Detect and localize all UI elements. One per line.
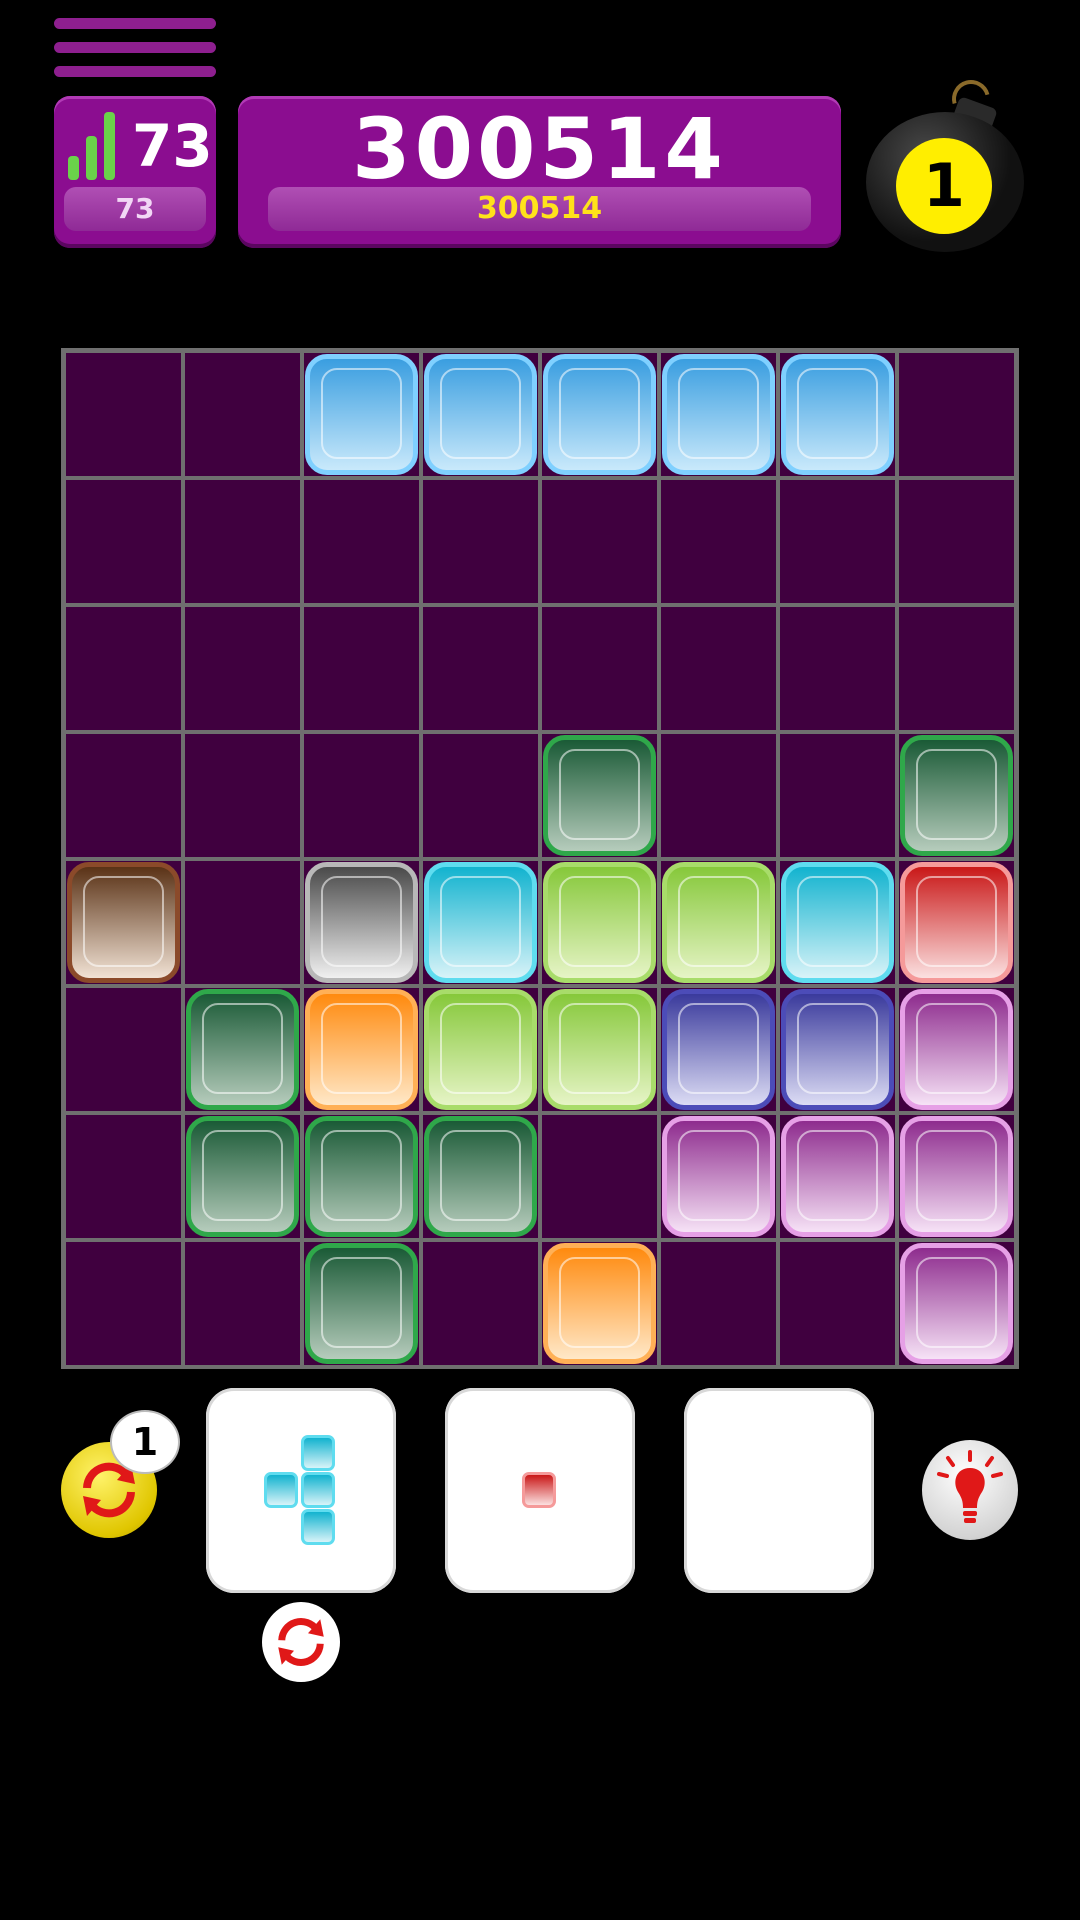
piece-slot-2[interactable] bbox=[445, 1388, 635, 1593]
hint-button[interactable] bbox=[922, 1440, 1018, 1540]
board-cell[interactable] bbox=[780, 1242, 895, 1365]
block-tile-purple bbox=[662, 1116, 775, 1237]
block-tile-darkgreen bbox=[186, 989, 299, 1110]
level-value: 73 bbox=[132, 112, 213, 180]
board-cell[interactable] bbox=[185, 734, 300, 857]
board-cell[interactable] bbox=[66, 734, 181, 857]
board-cell[interactable] bbox=[423, 734, 538, 857]
board-cell[interactable] bbox=[304, 734, 419, 857]
block-tile-purple bbox=[900, 989, 1013, 1110]
rotate-icon bbox=[278, 1618, 324, 1666]
menu-button[interactable] bbox=[54, 18, 216, 82]
lightbulb-icon bbox=[937, 1450, 1003, 1523]
board-cell[interactable] bbox=[423, 607, 538, 730]
board-cell[interactable] bbox=[423, 480, 538, 603]
block-tile-indigo bbox=[662, 989, 775, 1110]
block-tile-darkgreen bbox=[186, 1116, 299, 1237]
board-cell[interactable] bbox=[780, 734, 895, 857]
block-tile-lightblue bbox=[543, 354, 656, 475]
block-tile-orange bbox=[305, 989, 418, 1110]
board-cell[interactable] bbox=[542, 480, 657, 603]
piece-slot-1[interactable] bbox=[206, 1388, 396, 1593]
board-cell[interactable] bbox=[185, 480, 300, 603]
block-tile-purple bbox=[781, 1116, 894, 1237]
game-board[interactable] bbox=[61, 348, 1019, 1369]
board-cell[interactable] bbox=[542, 1115, 657, 1238]
piece-block-cyan bbox=[301, 1509, 335, 1545]
board-cell[interactable] bbox=[899, 353, 1014, 476]
board-cell[interactable] bbox=[661, 1242, 776, 1365]
level-sub-value: 73 bbox=[64, 187, 206, 231]
piece-block-cyan bbox=[264, 1472, 298, 1508]
block-tile-lightblue bbox=[305, 354, 418, 475]
block-tile-indigo bbox=[781, 989, 894, 1110]
block-tile-orange bbox=[543, 1243, 656, 1364]
board-cell[interactable] bbox=[185, 353, 300, 476]
board-cell[interactable] bbox=[661, 607, 776, 730]
block-tile-gray bbox=[305, 862, 418, 983]
block-tile-purple bbox=[900, 1116, 1013, 1237]
rotate-piece-button[interactable] bbox=[262, 1602, 340, 1682]
score-value: 300514 bbox=[352, 100, 727, 198]
piece-slot-3[interactable] bbox=[684, 1388, 874, 1593]
block-tile-brown bbox=[67, 862, 180, 983]
board-cell[interactable] bbox=[304, 607, 419, 730]
score-panel: 300514 300514 bbox=[238, 96, 841, 248]
block-tile-darkgreen bbox=[305, 1116, 418, 1237]
block-tile-purple bbox=[900, 1243, 1013, 1364]
board-cell[interactable] bbox=[542, 607, 657, 730]
piece-block-cyan bbox=[301, 1472, 335, 1508]
board-cell[interactable] bbox=[899, 480, 1014, 603]
block-tile-red bbox=[900, 862, 1013, 983]
bomb-count: 1 bbox=[896, 138, 992, 234]
block-tile-lightblue bbox=[781, 354, 894, 475]
bomb-button[interactable]: 1 bbox=[866, 73, 1026, 252]
board-cell[interactable] bbox=[899, 607, 1014, 730]
block-tile-lime bbox=[543, 862, 656, 983]
block-tile-lightblue bbox=[424, 354, 537, 475]
board-cell[interactable] bbox=[780, 480, 895, 603]
block-tile-lightblue bbox=[662, 354, 775, 475]
board-cell[interactable] bbox=[185, 607, 300, 730]
block-tile-darkgreen bbox=[305, 1243, 418, 1364]
block-tile-lime bbox=[662, 862, 775, 983]
block-tile-lime bbox=[424, 989, 537, 1110]
board-cell[interactable] bbox=[66, 607, 181, 730]
block-tile-darkgreen bbox=[424, 1116, 537, 1237]
board-cell[interactable] bbox=[780, 607, 895, 730]
board-cell[interactable] bbox=[185, 861, 300, 984]
block-tile-darkgreen bbox=[900, 735, 1013, 856]
board-cell[interactable] bbox=[304, 480, 419, 603]
board-cell[interactable] bbox=[66, 353, 181, 476]
block-tile-darkgreen bbox=[543, 735, 656, 856]
block-tile-cyan bbox=[424, 862, 537, 983]
level-signal-icon bbox=[64, 110, 124, 180]
rotate-count-badge: 1 bbox=[110, 1410, 180, 1474]
board-cell[interactable] bbox=[661, 734, 776, 857]
menu-bar-icon bbox=[54, 42, 216, 53]
board-cell[interactable] bbox=[66, 1115, 181, 1238]
board-cell[interactable] bbox=[66, 988, 181, 1111]
level-panel: 73 73 bbox=[54, 96, 216, 248]
block-tile-lime bbox=[543, 989, 656, 1110]
board-cell[interactable] bbox=[185, 1242, 300, 1365]
menu-bar-icon bbox=[54, 18, 216, 29]
piece-block-red bbox=[521, 1472, 556, 1508]
piece-block-cyan bbox=[301, 1435, 335, 1471]
board-cell[interactable] bbox=[66, 480, 181, 603]
board-cell[interactable] bbox=[66, 1242, 181, 1365]
board-cell[interactable] bbox=[423, 1242, 538, 1365]
block-tile-cyan bbox=[781, 862, 894, 983]
best-score-value: 300514 bbox=[268, 187, 811, 231]
board-cell[interactable] bbox=[661, 480, 776, 603]
menu-bar-icon bbox=[54, 66, 216, 77]
